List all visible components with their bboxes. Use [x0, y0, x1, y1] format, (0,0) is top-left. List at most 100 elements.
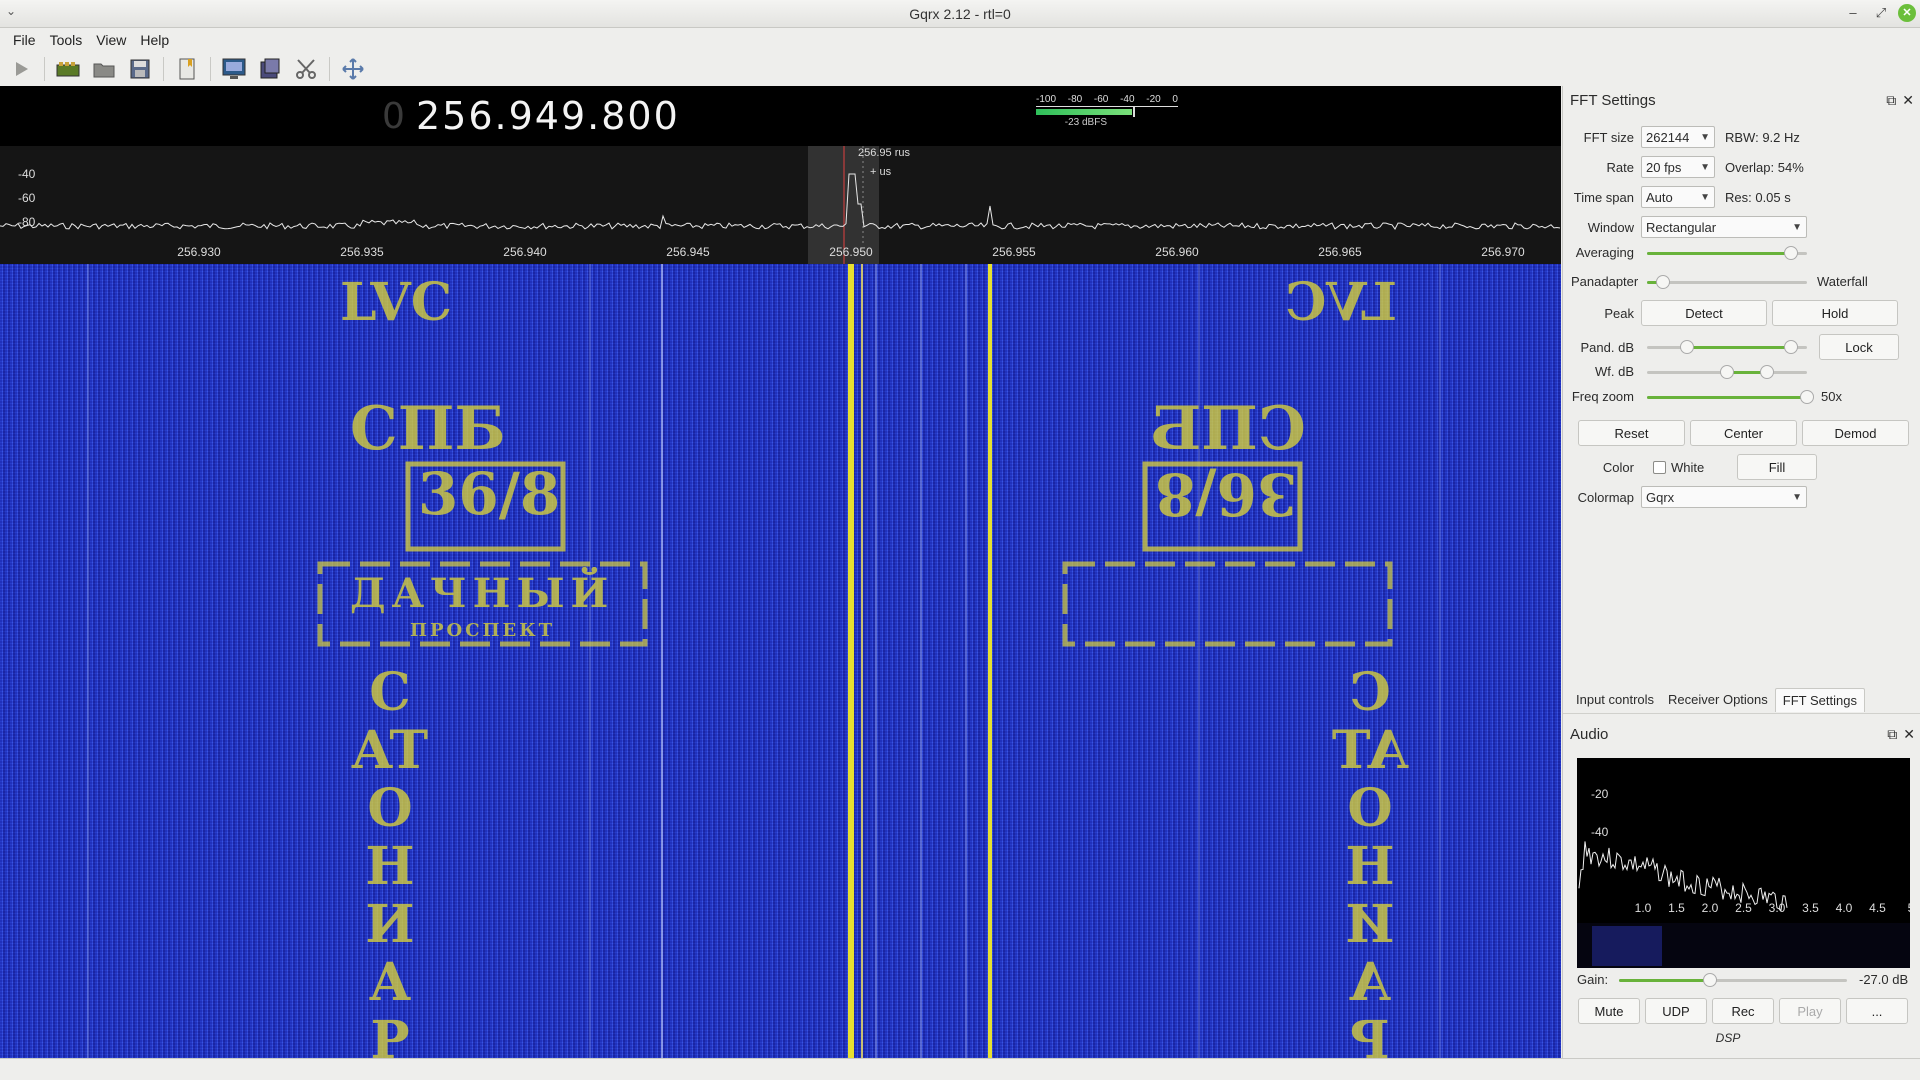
- window-value: Rectangular: [1646, 219, 1717, 235]
- audio-dock-header: Audio ⧉ ✕: [1563, 720, 1920, 748]
- menu-view[interactable]: View: [89, 32, 133, 48]
- window-select[interactable]: Rectangular ▼: [1641, 216, 1807, 238]
- audio-x-tick-label: 4.5: [1869, 901, 1886, 915]
- close-icon[interactable]: ✕: [1898, 4, 1916, 22]
- colormap-select[interactable]: Gqrx ▼: [1641, 486, 1807, 508]
- play-button[interactable]: Play: [1779, 998, 1841, 1024]
- more-button[interactable]: ...: [1846, 998, 1908, 1024]
- center-button[interactable]: Center: [1690, 420, 1797, 446]
- stamp-mirror-spb: CПБ: [1150, 394, 1306, 464]
- audio-x-tick-label: 1.5: [1668, 901, 1685, 915]
- averaging-slider[interactable]: [1647, 245, 1807, 260]
- rate-row: Rate 20 fps ▼ Overlap: 54%: [1571, 156, 1804, 178]
- title-bar: ⌄ Gqrx 2.12 - rtl=0 – ⤢ ✕: [0, 0, 1920, 28]
- pana-x-tick-label: 256.950: [829, 245, 873, 259]
- window-row: Window Rectangular ▼: [1571, 216, 1807, 238]
- meter-scale: -100 -80 -60 -40 -20 0: [1036, 94, 1178, 105]
- wf-db-range-slider[interactable]: [1647, 364, 1807, 379]
- hold-button[interactable]: Hold: [1772, 300, 1898, 326]
- pand-db-row: Pand. dB Lock: [1571, 334, 1899, 360]
- hardware-icon[interactable]: [55, 56, 81, 82]
- gain-value: -27.0 dB: [1859, 972, 1909, 987]
- status-bar: [0, 1058, 1920, 1080]
- close-dock-icon[interactable]: ✕: [1903, 726, 1915, 743]
- meter-tick: -100: [1036, 94, 1057, 105]
- fill-button[interactable]: Fill: [1737, 454, 1817, 480]
- bookmark-label-2[interactable]: + us: [870, 166, 892, 178]
- rate-select[interactable]: 20 fps ▼: [1641, 156, 1715, 178]
- fft-size-select[interactable]: 262144 ▼: [1641, 126, 1715, 148]
- scissors-icon[interactable]: [293, 56, 319, 82]
- pan-waterfall-split-slider[interactable]: [1647, 274, 1807, 289]
- menu-file[interactable]: File: [6, 32, 43, 48]
- slider-handle[interactable]: [1760, 364, 1774, 379]
- screen-icon[interactable]: [221, 56, 247, 82]
- frequency-display[interactable]: 0 256.949.800 -100 -80 -60 -40 -20 0 -23…: [0, 86, 1561, 146]
- timespan-select[interactable]: Auto ▼: [1641, 186, 1715, 208]
- waterfall-label: Waterfall: [1817, 274, 1868, 289]
- slider-handle[interactable]: [1703, 972, 1718, 987]
- dsp-label: DSP: [1715, 1031, 1741, 1045]
- panadapter-plot: -40-60-80 256.930 256.935 256.940 256.945 25…: [0, 146, 1561, 264]
- slider-handle[interactable]: [1680, 340, 1694, 354]
- detect-button[interactable]: Detect: [1641, 300, 1767, 326]
- save-icon[interactable]: [127, 56, 153, 82]
- checkbox-box[interactable]: [1653, 460, 1666, 474]
- stamp-text-top: LVC: [340, 272, 453, 333]
- lock-button[interactable]: Lock: [1819, 334, 1899, 360]
- chevron-down-icon: ▼: [1700, 131, 1710, 143]
- averaging-row: Averaging: [1571, 245, 1807, 260]
- slider-handle[interactable]: [1784, 340, 1798, 354]
- mute-button[interactable]: Mute: [1578, 998, 1640, 1024]
- bookmark-label[interactable]: 256.95 rus: [858, 147, 910, 159]
- pand-db-range-slider[interactable]: [1647, 340, 1807, 354]
- averaging-label: Averaging: [1575, 245, 1634, 260]
- white-checkbox[interactable]: White: [1653, 460, 1737, 475]
- tab-receiver-options[interactable]: Receiver Options: [1661, 688, 1775, 711]
- meter-tick: -20: [1146, 94, 1161, 105]
- tab-fft-settings[interactable]: FFT Settings: [1774, 687, 1865, 712]
- io-icon[interactable]: [257, 56, 283, 82]
- panadapter-row: Panadapter Waterfall: [1571, 274, 1868, 289]
- freq-zoom-slider[interactable]: [1647, 389, 1814, 404]
- wf-db-row: Wf. dB: [1571, 364, 1807, 379]
- minimize-icon[interactable]: –: [1844, 4, 1862, 22]
- slider-handle[interactable]: [1784, 245, 1798, 260]
- fullscreen-icon[interactable]: [340, 56, 366, 82]
- play-icon[interactable]: [8, 56, 34, 82]
- rate-label: Rate: [1606, 159, 1634, 175]
- window-menu-icon[interactable]: ⌄: [6, 4, 16, 18]
- peak-row: Peak Detect Hold: [1571, 300, 1898, 326]
- panadapter[interactable]: -40 -60 -80 256.930 256.935 256.940 256.945 25…: [0, 146, 1561, 264]
- colormap-label: Colormap: [1577, 489, 1634, 505]
- menu-tools[interactable]: Tools: [43, 32, 90, 48]
- reset-button[interactable]: Reset: [1578, 420, 1685, 446]
- bookmark-icon[interactable]: [174, 56, 200, 82]
- menu-help[interactable]: Help: [133, 32, 176, 48]
- tab-input-controls[interactable]: Input controls: [1569, 688, 1661, 711]
- slider-handle[interactable]: [1720, 364, 1734, 379]
- waterfall[interactable]: LVC CПБ 36/8 ДАЧНЫЙ ПРОСПЕКТ CATO НИАР L…: [0, 264, 1561, 1058]
- toolbar: [0, 52, 1920, 86]
- open-icon[interactable]: [91, 56, 117, 82]
- demod-button[interactable]: Demod: [1802, 420, 1909, 446]
- frequency-value[interactable]: 256.949.800: [416, 94, 680, 138]
- toolbar-separator: [210, 57, 211, 81]
- close-dock-icon[interactable]: ✕: [1902, 92, 1914, 109]
- udp-button[interactable]: UDP: [1645, 998, 1707, 1024]
- audio-x-tick-label: 1.0: [1635, 901, 1652, 915]
- signal-meter: -100 -80 -60 -40 -20 0 -23 dBFS: [1036, 94, 1178, 140]
- overlap-label: Overlap: 54%: [1725, 159, 1804, 175]
- fft-size-value: 262144: [1646, 129, 1690, 145]
- pand-db-label: Pand. dB: [1580, 339, 1635, 355]
- slider-handle[interactable]: [1656, 274, 1670, 289]
- maximize-icon[interactable]: ⤢: [1872, 4, 1890, 22]
- float-icon[interactable]: ⧉: [1886, 92, 1896, 109]
- float-icon[interactable]: ⧉: [1887, 726, 1897, 743]
- gain-slider[interactable]: [1619, 972, 1847, 987]
- pana-x-tick-label: 256.955: [992, 245, 1036, 259]
- rec-button[interactable]: Rec: [1712, 998, 1774, 1024]
- slider-handle[interactable]: [1800, 389, 1814, 404]
- stamp-text-spb: CПБ: [350, 394, 506, 464]
- wf-db-label: Wf. dB: [1594, 364, 1634, 379]
